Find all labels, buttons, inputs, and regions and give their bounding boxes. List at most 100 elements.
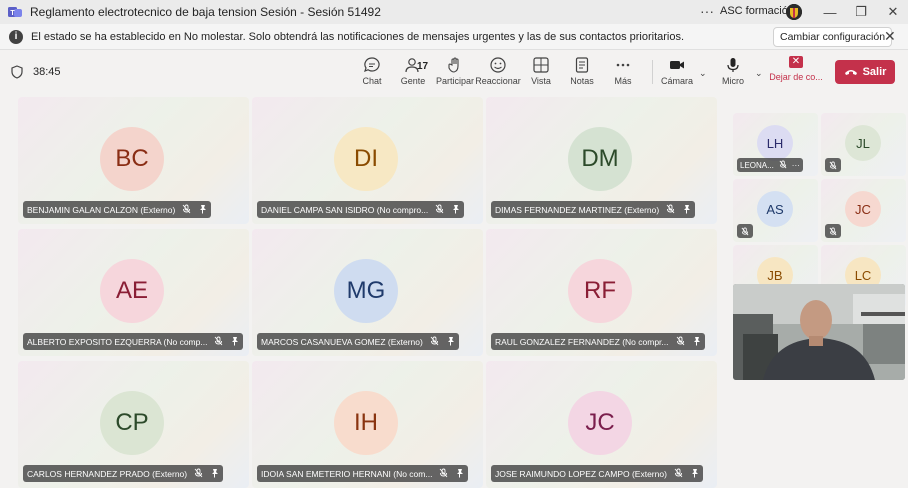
participant-tile[interactable]: BC BENJAMIN GALAN CALZON (Externo) (18, 97, 249, 224)
participant-name: ALBERTO EXPOSITO EZQUERRA (No comp... (27, 336, 208, 347)
participant-avatar: JC (568, 391, 632, 455)
more-actions-button[interactable]: Más (601, 56, 645, 86)
participant-name: LEONA... (740, 160, 774, 170)
participant-tile[interactable]: AE ALBERTO EXPOSITO EZQUERRA (No comp... (18, 229, 249, 356)
participant-name: JOSE RAIMUNDO LOPEZ CAMPO (Externo) (495, 468, 667, 479)
more-icon (616, 63, 630, 67)
pin-icon[interactable] (690, 468, 699, 480)
view-button[interactable]: Vista (519, 56, 563, 86)
participant-avatar: CP (100, 391, 164, 455)
camera-button[interactable]: Cámara (655, 56, 699, 86)
raise-hand-button[interactable]: Participar (433, 56, 477, 86)
participant-nameplate: DANIEL CAMPA SAN ISIDRO (No compro... (257, 201, 465, 218)
participant-avatar: DI (334, 127, 398, 191)
shield-icon (11, 65, 23, 79)
participant-nameplate: RAUL GONZALEZ FERNANDEZ (No compr... (491, 333, 705, 350)
teams-logo-icon: T (8, 7, 22, 17)
stop-share-icon: ✕ (789, 56, 803, 68)
close-window-button[interactable]: ✕ (884, 3, 902, 21)
account-avatar-icon (786, 4, 802, 20)
toolbar-divider (652, 60, 653, 84)
participant-tile[interactable]: JC JOSE RAIMUNDO LOPEZ CAMPO (Externo) (486, 361, 717, 488)
mic-off-icon (439, 468, 448, 480)
meeting-timer: 38:45 (33, 66, 61, 78)
restore-button[interactable]: ❐ (852, 3, 870, 21)
stop-sharing-button[interactable]: ✕ Dejar de co... (769, 56, 823, 82)
participant-nameplate: LEONA... ··· (737, 158, 803, 172)
banner-close-icon[interactable]: ✕ (884, 28, 896, 45)
view-label: Vista (531, 76, 551, 86)
participant-nameplate: BENJAMIN GALAN CALZON (Externo) (23, 201, 212, 218)
self-view-video[interactable] (733, 284, 905, 380)
video-feed-image (733, 284, 905, 380)
participant-tile[interactable]: MG MARCOS CASANUEVA GOMEZ (Externo) (252, 229, 483, 356)
account-avatar[interactable] (786, 4, 802, 20)
mic-off-icon (182, 204, 191, 216)
participant-tile[interactable]: DM DIMAS FERNANDEZ MARTINEZ (Externo) (486, 97, 717, 224)
participant-name: MARCOS CASANUEVA GOMEZ (Externo) (261, 336, 423, 347)
notes-button[interactable]: Notas (560, 56, 604, 86)
mic-off-icon (779, 160, 787, 171)
window-title: Reglamento electrotecnico de baja tensio… (30, 5, 381, 19)
mic-button[interactable]: Micro (711, 56, 755, 86)
more-options-icon[interactable]: ··· (700, 3, 714, 19)
pin-icon[interactable] (210, 468, 219, 480)
participant-tile[interactable]: IH IDOIA SAN EMETERIO HERNANI (No com... (252, 361, 483, 488)
participant-avatar: JL (845, 125, 881, 161)
minimize-button[interactable]: — (821, 3, 839, 21)
mic-options-chevron-down-icon[interactable]: ⌄ (755, 68, 763, 79)
mic-off-icon (194, 468, 203, 480)
mic-off-icon (825, 224, 841, 238)
info-icon: i (9, 29, 23, 44)
pin-icon[interactable] (451, 204, 460, 216)
chat-button[interactable]: Chat (350, 56, 394, 86)
overflow-participant-tile[interactable]: LH LEONA... ··· (733, 113, 818, 176)
svg-text:T: T (10, 10, 15, 17)
chat-label: Chat (362, 76, 382, 86)
participant-tile[interactable]: CP CARLOS HERNANDEZ PRADO (Externo) (18, 361, 249, 488)
participant-tile[interactable]: DI DANIEL CAMPA SAN ISIDRO (No compro... (252, 97, 483, 224)
leave-button[interactable]: Salir (835, 60, 895, 84)
org-name[interactable]: ASC formación (720, 5, 794, 17)
chat-icon (364, 57, 380, 73)
banner-message: El estado se ha establecido en No molest… (31, 30, 685, 43)
meeting-toolbar: 38:45 Chat Gente 17 Participar Reacciona… (0, 50, 908, 94)
react-button[interactable]: Reaccionar (475, 56, 521, 86)
pin-icon[interactable] (692, 336, 701, 348)
camera-options-chevron-down-icon[interactable]: ⌄ (699, 68, 707, 79)
participant-avatar: JC (845, 191, 881, 227)
mic-off-icon (214, 336, 223, 348)
react-label: Reaccionar (475, 76, 521, 86)
pin-icon[interactable] (198, 204, 207, 216)
overflow-participant-tile[interactable]: JL (821, 113, 906, 176)
people-button[interactable]: Gente (391, 56, 435, 86)
overflow-participant-tile[interactable]: AS (733, 179, 818, 242)
participant-avatar: DM (568, 127, 632, 191)
mic-off-icon (430, 336, 439, 348)
participant-avatar: AE (100, 259, 164, 323)
pin-icon[interactable] (682, 204, 691, 216)
participant-name: DIMAS FERNANDEZ MARTINEZ (Externo) (495, 204, 660, 215)
mic-off-icon (825, 158, 841, 172)
stop-sharing-label: Dejar de co... (769, 72, 823, 82)
more-icon[interactable]: ··· (792, 161, 800, 170)
microphone-icon (727, 58, 739, 72)
raise-hand-label: Participar (435, 76, 474, 86)
mic-off-icon (435, 204, 444, 216)
grid-view-icon (533, 57, 549, 73)
pin-icon[interactable] (446, 336, 455, 348)
participant-name: IDOIA SAN EMETERIO HERNANI (No com... (261, 468, 433, 479)
mic-off-icon (737, 224, 753, 238)
participant-tile[interactable]: RF RAUL GONZALEZ FERNANDEZ (No compr... (486, 229, 717, 356)
mic-label: Micro (722, 76, 744, 86)
participant-name: CARLOS HERNANDEZ PRADO (Externo) (27, 468, 188, 479)
pin-icon[interactable] (455, 468, 464, 480)
dnd-banner: i El estado se ha establecido en No mole… (0, 24, 908, 50)
pin-icon[interactable] (230, 336, 239, 348)
overflow-participant-tile[interactable]: JC (821, 179, 906, 242)
participant-nameplate: JOSE RAIMUNDO LOPEZ CAMPO (Externo) (491, 465, 703, 482)
change-settings-button[interactable]: Cambiar configuración (773, 27, 893, 47)
participant-avatar: LH (757, 125, 793, 161)
mic-off-icon (676, 336, 685, 348)
participant-avatar: RF (568, 259, 632, 323)
